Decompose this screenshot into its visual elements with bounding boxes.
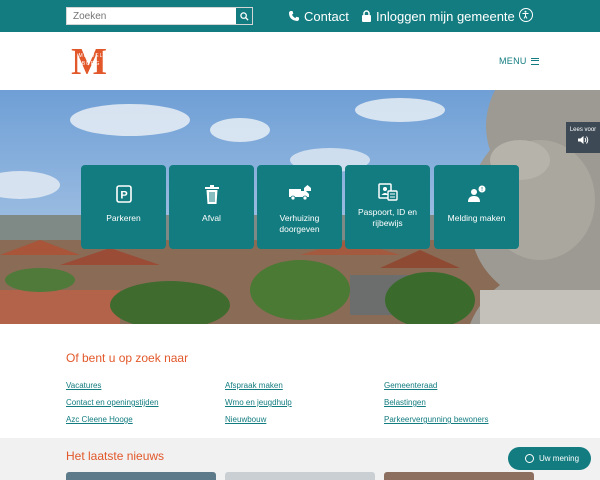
news-card[interactable] bbox=[66, 472, 216, 480]
hamburger-icon bbox=[530, 57, 539, 65]
feedback-label: Uw mening bbox=[539, 454, 580, 463]
tile-paspoort[interactable]: Paspoort, ID en rijbewijs bbox=[345, 165, 430, 249]
suggestions-title: Of bent u op zoek naar bbox=[66, 351, 189, 365]
link-wmo-jeugdhulp[interactable]: Wmo en jeugdhulp bbox=[225, 398, 292, 407]
news-title: Het laatste nieuws bbox=[66, 449, 165, 463]
tile-verhuizing[interactable]: Verhuizing doorgeven bbox=[257, 165, 342, 249]
lock-icon bbox=[362, 10, 371, 22]
search-icon bbox=[239, 11, 249, 21]
login-link[interactable]: Inloggen mijn gemeente bbox=[361, 7, 515, 25]
logo-text-top: MIDDEL bbox=[79, 53, 104, 59]
tile-afval[interactable]: Afval bbox=[169, 165, 254, 249]
contact-link[interactable]: Contact bbox=[288, 7, 349, 25]
report-icon: ! bbox=[467, 185, 485, 202]
svg-text:P: P bbox=[120, 190, 127, 202]
link-gemeenteraad[interactable]: Gemeenteraad bbox=[384, 381, 437, 390]
news-card[interactable] bbox=[225, 472, 375, 480]
parking-icon: P bbox=[115, 185, 132, 203]
login-label: Inloggen mijn gemeente bbox=[376, 8, 515, 24]
moving-truck-icon bbox=[288, 185, 311, 201]
tile-label: Afval bbox=[202, 213, 221, 223]
menu-label: MENU bbox=[499, 56, 527, 66]
contact-label: Contact bbox=[304, 8, 349, 24]
read-aloud-label: Lees voor bbox=[569, 127, 597, 133]
link-afspraak-maken[interactable]: Afspraak maken bbox=[225, 381, 283, 390]
tile-label: Parkeren bbox=[106, 213, 141, 223]
link-nieuwbouw[interactable]: Nieuwbouw bbox=[225, 415, 266, 424]
trash-icon bbox=[204, 185, 219, 204]
svg-text:!: ! bbox=[481, 187, 483, 193]
link-vacatures[interactable]: Vacatures bbox=[66, 381, 101, 390]
search-box bbox=[66, 7, 253, 25]
news-card[interactable] bbox=[384, 472, 534, 480]
tile-label: Melding maken bbox=[447, 213, 506, 223]
tile-parkeren[interactable]: P Parkeren bbox=[81, 165, 166, 249]
menu-button[interactable]: MENU bbox=[499, 54, 539, 68]
id-card-icon bbox=[377, 183, 398, 201]
tile-melding[interactable]: ! Melding maken bbox=[434, 165, 519, 249]
link-azc-cleene-hooge[interactable]: Azc Cleene Hooge bbox=[66, 415, 133, 424]
accessibility-icon[interactable] bbox=[519, 8, 533, 22]
read-aloud-button[interactable]: Lees voor bbox=[566, 122, 600, 153]
tile-label: Verhuizing doorgeven bbox=[279, 213, 320, 234]
phone-icon bbox=[289, 11, 299, 21]
logo-text-bottom: BURG bbox=[82, 61, 100, 67]
speaker-icon bbox=[578, 136, 589, 144]
top-bar: Contact Inloggen mijn gemeente bbox=[0, 0, 600, 32]
search-button[interactable] bbox=[236, 8, 252, 24]
logo[interactable]: M MIDDEL BURG bbox=[69, 41, 109, 83]
smiley-icon bbox=[525, 454, 534, 463]
link-parkeervergunning[interactable]: Parkeervergunning bewoners bbox=[384, 415, 489, 424]
link-contact-openingstijden[interactable]: Contact en openingstijden bbox=[66, 398, 159, 407]
link-belastingen[interactable]: Belastingen bbox=[384, 398, 426, 407]
tile-label: Paspoort, ID en rijbewijs bbox=[357, 207, 418, 228]
feedback-button[interactable]: Uw mening bbox=[508, 447, 591, 470]
search-input[interactable] bbox=[67, 8, 237, 24]
